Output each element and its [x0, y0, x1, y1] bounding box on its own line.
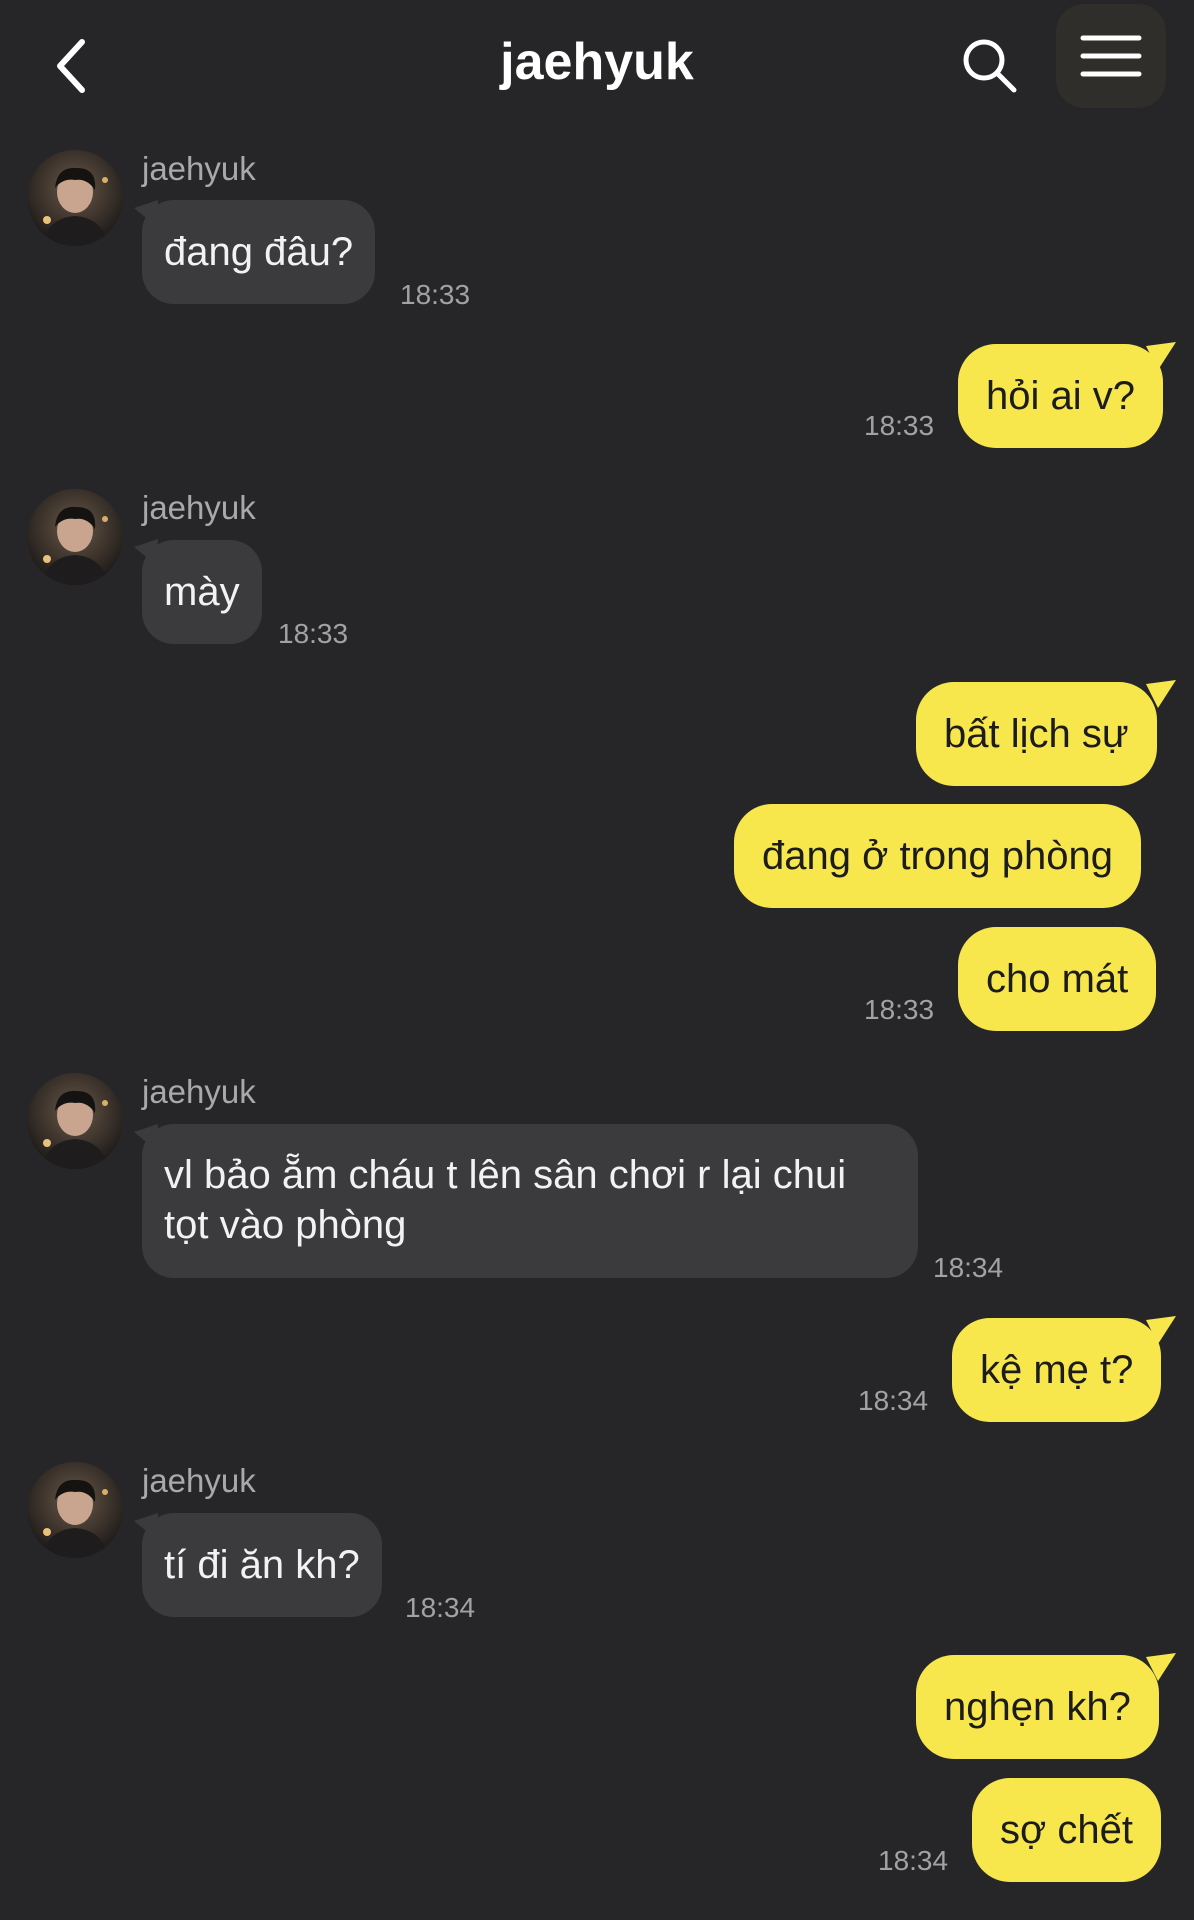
message-timestamp: 18:34	[878, 1845, 949, 1876]
avatar[interactable]	[27, 150, 123, 246]
incoming-message-bubble[interactable]: vl bảo ẵm cháu t lên sân chơi r lại chui…	[142, 1124, 918, 1278]
search-icon	[963, 39, 1017, 93]
sender-name: jaehyuk	[142, 1073, 256, 1110]
hamburger-menu-icon	[1080, 35, 1142, 77]
incoming-message-bubble[interactable]: đang đâu?	[142, 200, 376, 304]
bubble-tail	[1146, 342, 1176, 370]
avatar-photo	[27, 1462, 123, 1558]
message-timestamp: 18:34	[405, 1592, 476, 1623]
avatar-photo	[27, 489, 123, 585]
avatar[interactable]	[27, 489, 123, 585]
message-timestamp: 18:33	[278, 618, 349, 649]
outgoing-message-bubble[interactable]: cho mát	[958, 927, 1157, 1031]
chat-header: jaehyuk	[0, 0, 1194, 135]
incoming-message-bubble[interactable]: tí đi ăn kh?	[142, 1513, 382, 1617]
avatar-photo	[27, 150, 123, 246]
avatar[interactable]	[27, 1073, 123, 1169]
avatar[interactable]	[27, 1462, 123, 1558]
message-timestamp: 18:34	[858, 1385, 929, 1416]
message-timestamp: 18:33	[864, 410, 935, 441]
sender-name: jaehyuk	[142, 1462, 256, 1499]
sender-name: jaehyuk	[142, 489, 256, 526]
sender-name: jaehyuk	[142, 150, 256, 187]
bubble-tail	[1146, 680, 1176, 708]
outgoing-message-bubble[interactable]: hỏi ai v?	[958, 344, 1163, 448]
message-timestamp: 18:34	[933, 1252, 1004, 1283]
bubble-tail	[1146, 1316, 1176, 1344]
outgoing-message-bubble[interactable]: sợ chết	[972, 1778, 1161, 1882]
avatar-photo	[27, 1073, 123, 1169]
bubble-tail	[1146, 1653, 1176, 1681]
message-timestamp: 18:33	[864, 994, 935, 1025]
message-timestamp: 18:33	[400, 279, 471, 310]
search-button[interactable]	[960, 36, 1020, 96]
outgoing-message-bubble[interactable]: bất lịch sự	[916, 682, 1157, 786]
outgoing-message-bubble[interactable]: kệ mẹ t?	[952, 1318, 1162, 1422]
incoming-message-bubble[interactable]: mày	[142, 540, 262, 644]
menu-button[interactable]	[1056, 4, 1166, 108]
outgoing-message-bubble[interactable]: đang ở trong phòng	[734, 804, 1141, 908]
outgoing-message-bubble[interactable]: nghẹn kh?	[916, 1655, 1159, 1759]
